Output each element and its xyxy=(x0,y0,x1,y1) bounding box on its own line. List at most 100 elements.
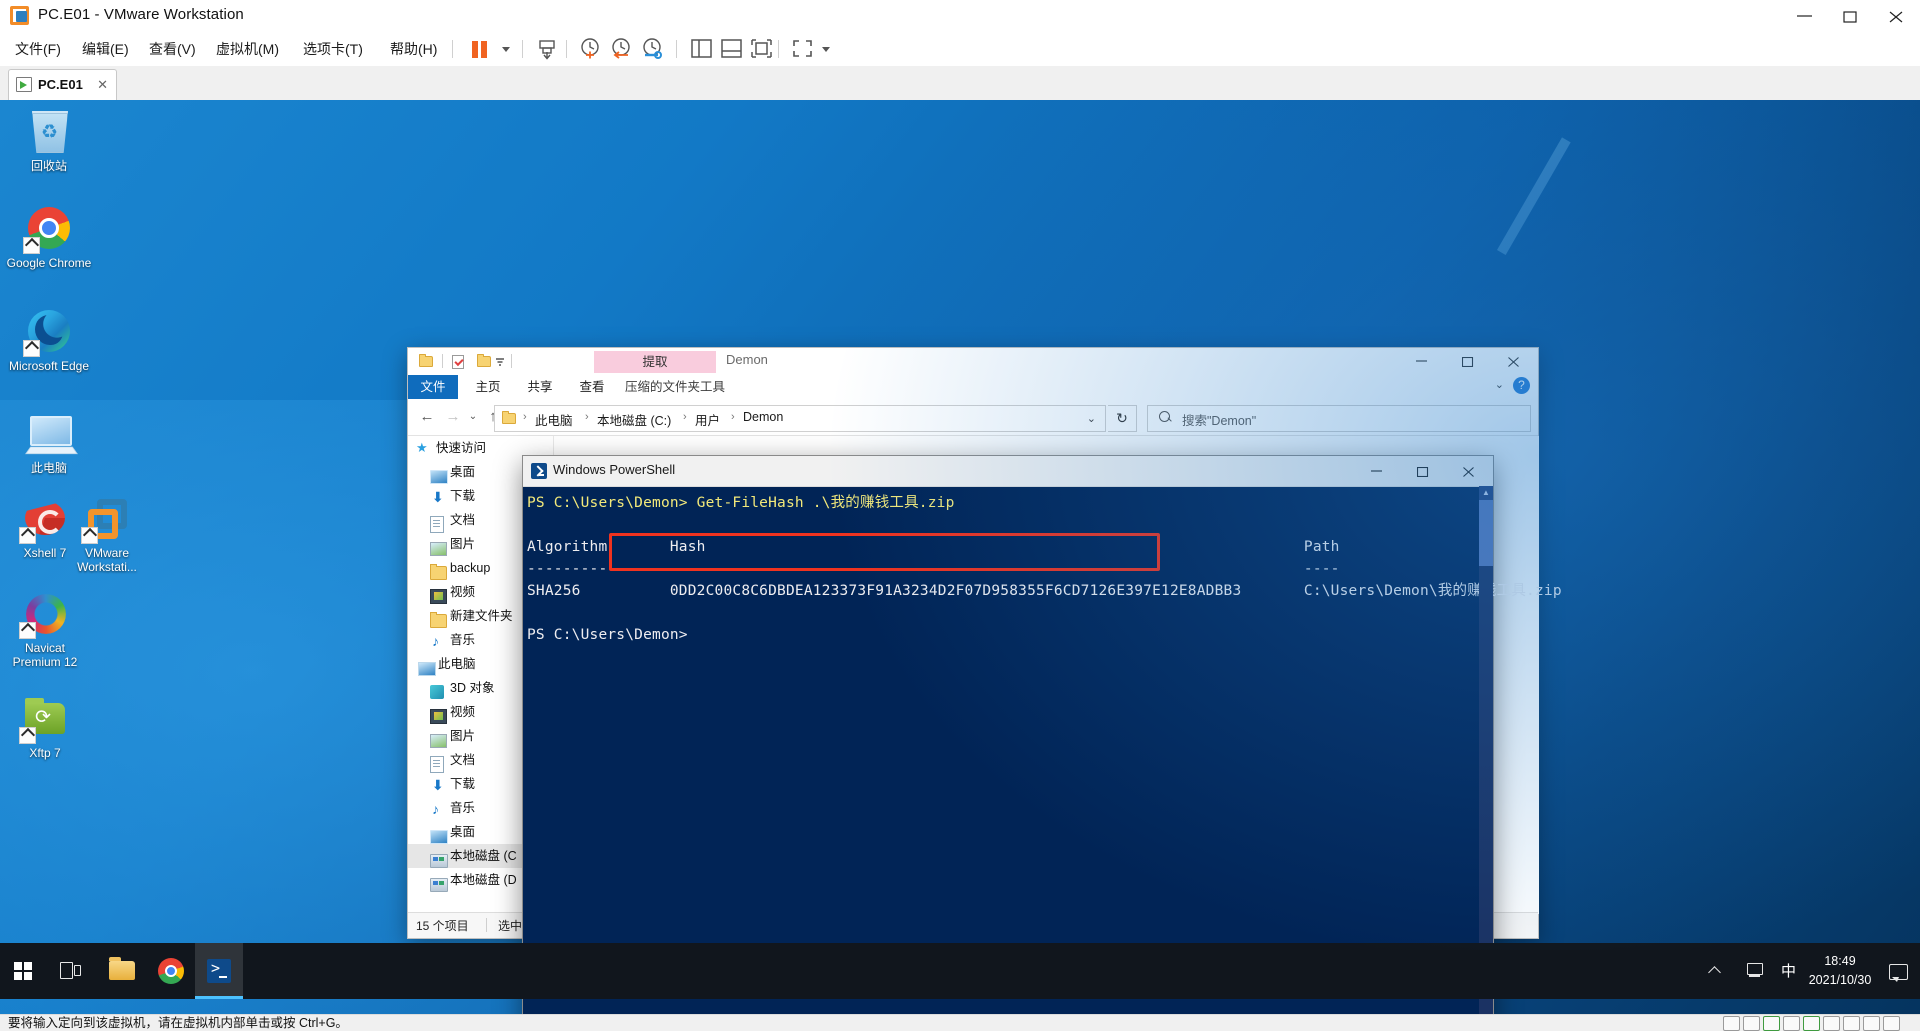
chrome-icon xyxy=(23,205,73,254)
powershell-maximize-button[interactable] xyxy=(1401,456,1447,486)
breadcrumb-users[interactable]: 用户 xyxy=(695,410,720,429)
menu-file[interactable]: 文件(F) xyxy=(6,32,70,66)
explorer-file-list[interactable] xyxy=(553,436,1539,914)
powershell-minimize-button[interactable] xyxy=(1355,456,1401,486)
desktop-icon-this-pc[interactable]: 此电脑 xyxy=(6,410,92,475)
breadcrumb-separator: › xyxy=(585,411,589,423)
tab-close-icon[interactable]: ✕ xyxy=(97,77,108,93)
back-button[interactable]: ← xyxy=(416,406,438,428)
usb-icon[interactable] xyxy=(1823,1016,1840,1031)
windows-logo-icon xyxy=(14,962,33,981)
quick-access-toolbar: 提取 Demon xyxy=(408,348,1538,375)
desktop-icon-navicat-premium-12[interactable]: Navicat Premium 12 xyxy=(2,590,88,669)
desktop-icon-microsoft-edge[interactable]: Microsoft Edge xyxy=(6,308,92,373)
customize-dropdown-icon[interactable] xyxy=(495,353,505,370)
new-folder-icon[interactable] xyxy=(476,353,493,370)
forward-button[interactable]: → xyxy=(442,406,464,428)
network-icon[interactable] xyxy=(1763,1016,1780,1031)
file-explorer-button[interactable] xyxy=(97,943,147,999)
show-thumbnail-bar-button[interactable] xyxy=(717,35,747,63)
console-table-rule: --------- ---- ---- xyxy=(527,561,1340,577)
recent-locations-button[interactable]: ⌄ xyxy=(462,406,484,428)
bluetooth-icon[interactable] xyxy=(1883,1016,1900,1031)
powershell-title: Windows PowerShell xyxy=(553,462,676,477)
pictures-icon xyxy=(430,728,447,748)
powershell-console-output[interactable]: PS C:\Users\Demon> Get-FileHash .\我的赚钱工具… xyxy=(523,486,1562,1015)
pause-icon xyxy=(472,41,489,58)
ribbon-tab-file[interactable]: 文件 xyxy=(408,375,458,399)
suspend-button[interactable] xyxy=(466,35,496,63)
ribbon-collapse-icon[interactable]: ⌄ xyxy=(1495,378,1504,391)
address-breadcrumb-bar[interactable]: › 此电脑 › 本地磁盘 (C:) › 用户 › Demon ⌄ xyxy=(494,405,1106,432)
menu-tabs[interactable]: 选项卡(T) xyxy=(294,32,372,66)
ribbon-tab-share[interactable]: 共享 xyxy=(516,375,564,399)
ribbon-tab-compressed-folder-tools[interactable]: 压缩的文件夹工具 xyxy=(620,375,730,401)
breadcrumb-local-disk[interactable]: 本地磁盘 (C:) xyxy=(597,410,671,429)
cd-icon[interactable] xyxy=(1743,1016,1760,1031)
start-button[interactable] xyxy=(0,943,48,999)
explorer-maximize-button[interactable] xyxy=(1446,348,1492,375)
menu-edit[interactable]: 编辑(E) xyxy=(73,32,138,66)
3d-objects-icon xyxy=(430,680,446,699)
nav-item-label: 下载 xyxy=(450,777,476,791)
scrollbar-thumb[interactable] xyxy=(1479,500,1493,566)
powershell-icon xyxy=(531,463,547,479)
music-icon: ♪ xyxy=(432,633,439,649)
fullscreen-dropdown-button[interactable] xyxy=(818,35,836,63)
ribbon-tab-home[interactable]: 主页 xyxy=(464,375,512,399)
powershell-taskbar-button[interactable] xyxy=(195,943,243,999)
chevron-down-icon[interactable]: ⌄ xyxy=(1087,412,1096,425)
network-icon[interactable] xyxy=(1746,963,1764,979)
desktop-icon-label: Xftp 7 xyxy=(29,746,61,760)
hdd-icon[interactable] xyxy=(1723,1016,1740,1031)
revert-snapshot-button[interactable] xyxy=(606,35,636,63)
desktop-icon-vmware-workstation[interactable]: VMware Workstati... xyxy=(64,495,150,574)
send-key-icon xyxy=(539,40,555,60)
desktop-icon-label: 回收站 xyxy=(30,159,67,173)
printer-icon[interactable] xyxy=(1783,1016,1800,1031)
maximize-button[interactable] xyxy=(1828,0,1874,32)
vm-guest-screen[interactable]: 回收站 Google Chrome Microsoft Edge 此电脑 Xsh… xyxy=(0,100,1920,1015)
powershell-scrollbar[interactable]: ▲ ▼ xyxy=(1479,486,1493,1015)
chevron-up-icon[interactable] xyxy=(1710,965,1722,977)
fullscreen-button[interactable] xyxy=(788,35,818,63)
power-dropdown-button[interactable] xyxy=(498,35,516,63)
powershell-window[interactable]: Windows PowerShell PS C:\Users\Demon> Ge… xyxy=(522,455,1562,1015)
explorer-minimize-button[interactable] xyxy=(1400,348,1446,375)
show-library-button[interactable] xyxy=(687,35,717,63)
ime-indicator[interactable]: 中 xyxy=(1781,960,1796,981)
menu-view[interactable]: 查看(V) xyxy=(140,32,205,66)
explorer-close-button[interactable] xyxy=(1492,348,1538,375)
shortcut-arrow-icon xyxy=(19,622,36,639)
notification-icon[interactable] xyxy=(1889,964,1908,982)
help-icon[interactable]: ? xyxy=(1513,377,1530,394)
console-view-button[interactable] xyxy=(747,35,777,63)
ribbon-tab-view[interactable]: 查看 xyxy=(568,375,616,399)
folder-icon[interactable] xyxy=(418,353,435,370)
refresh-button[interactable]: ↻ xyxy=(1108,405,1137,432)
clock[interactable]: 18:49 2021/10/30 xyxy=(1804,952,1876,990)
menu-vm[interactable]: 虚拟机(M) xyxy=(207,32,288,66)
take-snapshot-button[interactable] xyxy=(575,35,605,63)
scroll-up-icon[interactable]: ▲ xyxy=(1479,486,1493,500)
send-ctrl-alt-del-button[interactable] xyxy=(532,35,562,63)
task-view-button[interactable] xyxy=(48,943,92,999)
camera-icon[interactable] xyxy=(1843,1016,1860,1031)
menu-help[interactable]: 帮助(H) xyxy=(381,32,446,66)
properties-checkbox-icon[interactable] xyxy=(450,353,467,370)
minimize-button[interactable] xyxy=(1782,0,1828,32)
chevron-down-icon xyxy=(822,47,830,52)
close-button[interactable] xyxy=(1874,0,1920,32)
desktop-icon-recycle-bin[interactable]: 回收站 xyxy=(6,108,92,173)
snapshot-manager-button[interactable] xyxy=(637,35,667,63)
search-input[interactable]: 搜索"Demon" xyxy=(1147,405,1531,432)
sound-icon[interactable] xyxy=(1803,1016,1820,1031)
chrome-button[interactable] xyxy=(147,943,195,999)
breadcrumb-demon[interactable]: Demon xyxy=(743,410,783,424)
usb2-icon[interactable] xyxy=(1863,1016,1880,1031)
desktop-icon-xftp-7[interactable]: Xftp 7 xyxy=(2,695,88,760)
tab-pc-e01[interactable]: PC.E01 ✕ xyxy=(8,69,117,101)
breadcrumb-this-pc[interactable]: 此电脑 xyxy=(535,410,573,429)
powershell-close-button[interactable] xyxy=(1447,456,1493,486)
desktop-icon-google-chrome[interactable]: Google Chrome xyxy=(6,205,92,270)
